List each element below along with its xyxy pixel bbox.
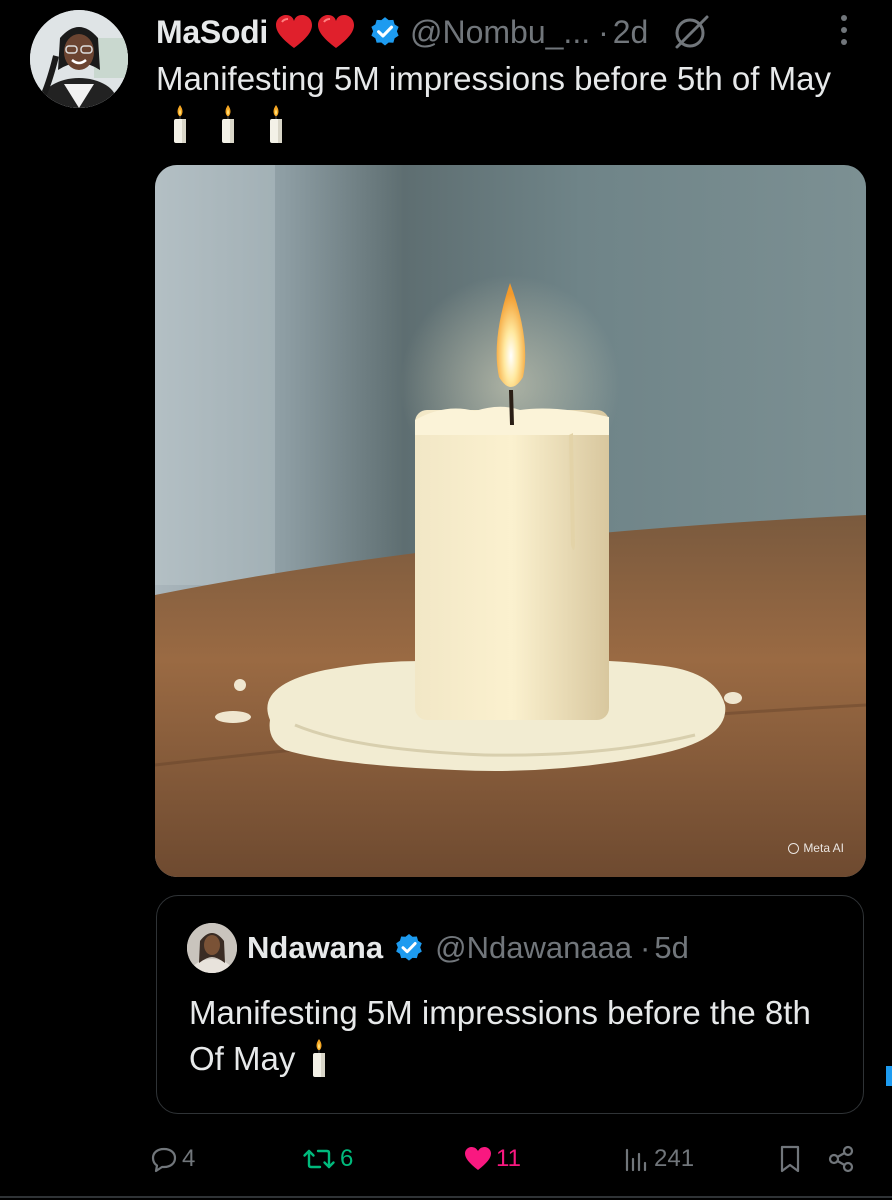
verified-badge-icon[interactable]	[393, 932, 425, 964]
retweet-icon	[303, 1149, 335, 1169]
share-icon	[828, 1145, 854, 1173]
quoted-author-avatar[interactable]	[187, 923, 237, 973]
meta-ai-ring-icon	[788, 842, 800, 854]
heart-icon	[465, 1147, 491, 1170]
tweet-card[interactable]: MaSodi @Nombu_... · 2d Manifesting 5M im…	[0, 0, 892, 1200]
like-button[interactable]: 11	[464, 1140, 521, 1178]
tweet-text-content: Manifesting 5M impressions before 5th of…	[156, 60, 831, 97]
name-emojis	[274, 14, 356, 50]
quoted-handle[interactable]: @Ndawanaaa	[435, 930, 632, 966]
tweet-action-bar: 4 6 11 241	[150, 1140, 860, 1178]
author-display-name[interactable]: MaSodi	[156, 14, 268, 51]
quoted-timestamp[interactable]: 5d	[654, 930, 688, 966]
views-button[interactable]: 241	[622, 1140, 694, 1178]
header-separator: ·	[598, 13, 609, 50]
divider	[0, 1196, 892, 1198]
reply-icon	[151, 1147, 177, 1173]
quoted-text: Manifesting 5M impressions before the 8t…	[189, 990, 829, 1082]
reply-button[interactable]: 4	[150, 1140, 195, 1178]
tweet-text: Manifesting 5M impressions before 5th of…	[156, 56, 876, 148]
author-handle[interactable]: @Nombu_...	[410, 14, 590, 51]
retweet-count: 6	[340, 1145, 354, 1172]
view-count: 241	[654, 1145, 695, 1172]
candle-icon	[266, 104, 286, 144]
quoted-header: Ndawana @Ndawanaaa · 5d	[247, 926, 689, 970]
red-heart-icon	[317, 15, 354, 48]
bookmark-button[interactable]	[778, 1140, 802, 1178]
reply-count: 4	[182, 1145, 196, 1172]
like-count: 11	[496, 1145, 521, 1172]
tweet-media-image[interactable]: Meta AI	[155, 165, 866, 877]
author-avatar[interactable]	[30, 10, 128, 108]
red-heart-icon	[275, 15, 312, 48]
candle-icon	[309, 1038, 329, 1078]
share-button[interactable]	[826, 1140, 856, 1178]
bookmark-icon	[780, 1145, 800, 1173]
grok-icon[interactable]	[672, 13, 710, 51]
watermark-text: Meta AI	[803, 841, 844, 855]
views-icon	[625, 1148, 647, 1172]
tweet-timestamp[interactable]: 2d	[613, 14, 649, 51]
retweet-button[interactable]: 6	[302, 1140, 353, 1178]
scroll-edge-marker	[886, 1066, 892, 1086]
tweet-header: MaSodi @Nombu_... · 2d	[156, 10, 710, 54]
candle-icon	[218, 104, 238, 144]
candle-icon	[170, 104, 190, 144]
more-options-icon[interactable]	[834, 12, 854, 48]
quoted-text-content: Manifesting 5M impressions before the 8t…	[189, 994, 811, 1077]
quoted-display-name[interactable]: Ndawana	[247, 930, 383, 966]
media-watermark: Meta AI	[788, 841, 844, 855]
quoted-separator: ·	[640, 930, 651, 965]
quoted-tweet[interactable]: Ndawana @Ndawanaaa · 5d Manifesting 5M i…	[156, 895, 864, 1114]
verified-badge-icon[interactable]	[368, 15, 402, 49]
